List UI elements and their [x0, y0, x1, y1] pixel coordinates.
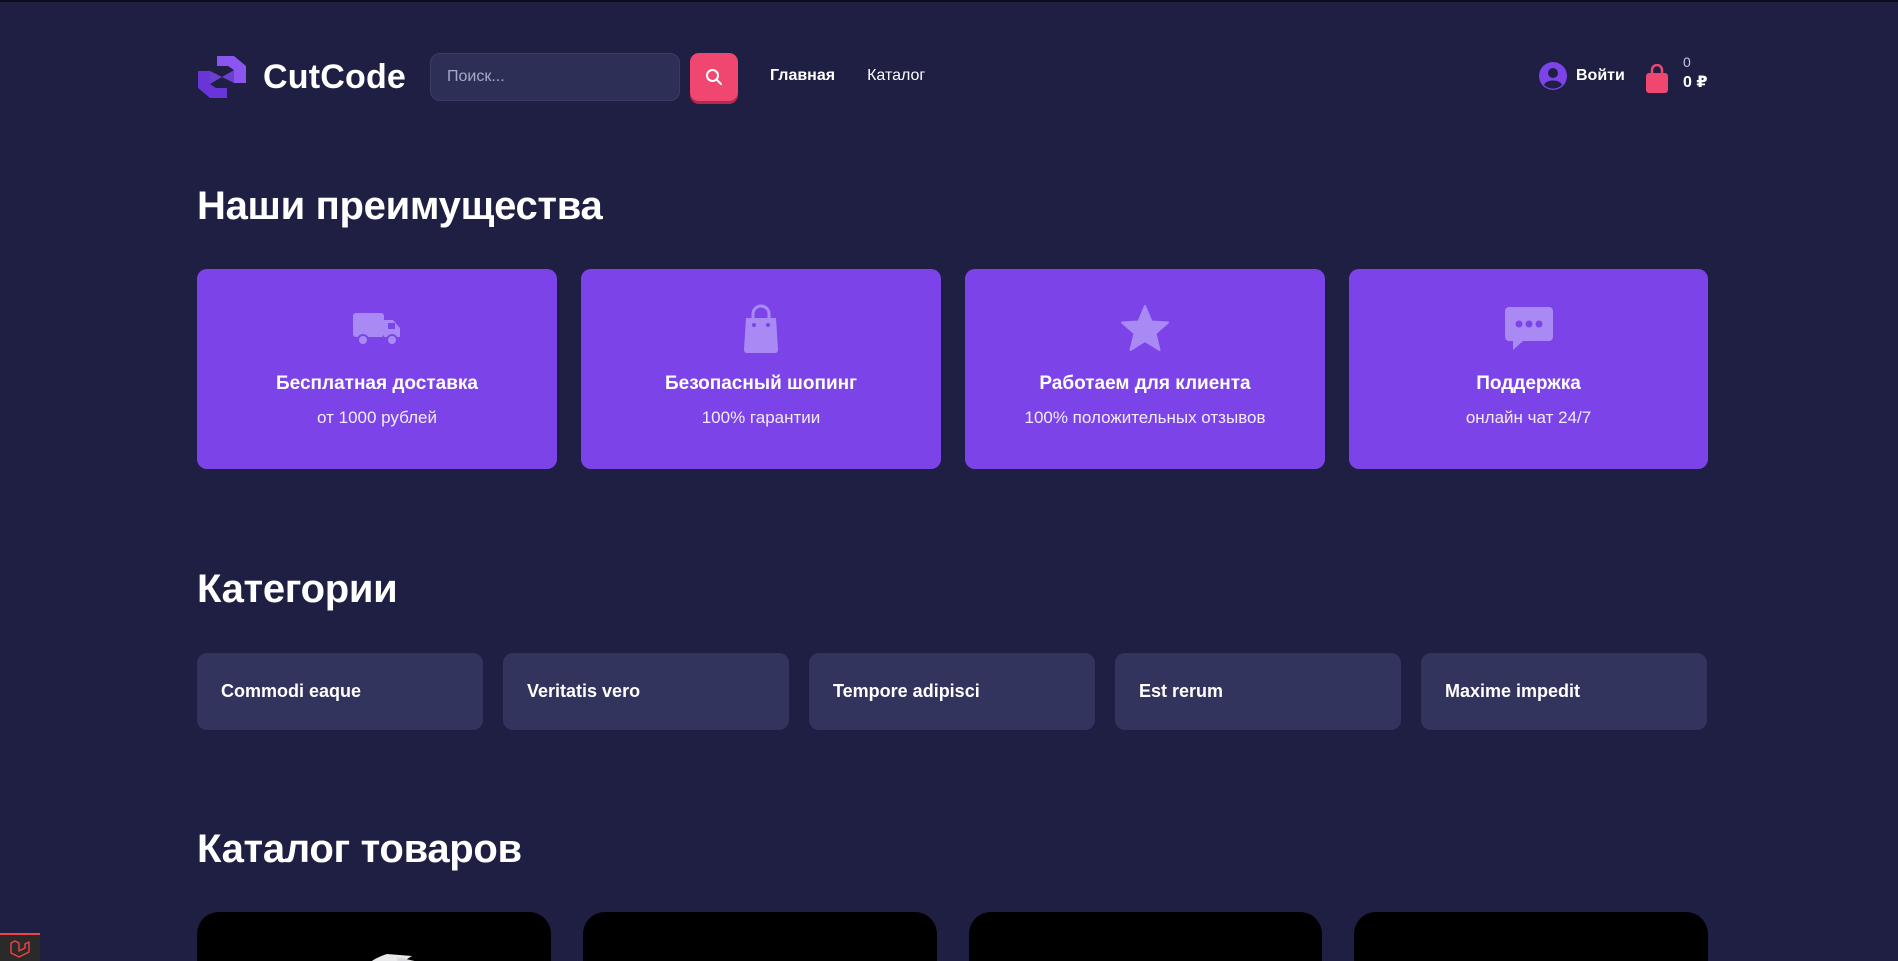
advantages-grid: Бесплатная доставка от 1000 рублей Безоп…: [197, 269, 1708, 469]
category-card[interactable]: Maxime impedit: [1421, 653, 1707, 730]
cart-count: 0: [1683, 54, 1691, 70]
product-card[interactable]: [197, 912, 551, 961]
laravel-icon: [10, 940, 30, 958]
product-image: [372, 954, 415, 961]
category-card[interactable]: Veritatis vero: [503, 653, 789, 730]
logo-icon: [198, 56, 246, 98]
main-nav: Главная Каталог: [770, 67, 925, 85]
category-card[interactable]: Est rerum: [1115, 653, 1401, 730]
logo-text: CutCode: [263, 57, 407, 96]
advantage-card: Бесплатная доставка от 1000 рублей: [197, 269, 557, 469]
search-button[interactable]: [690, 53, 738, 101]
advantage-title: Поддержка: [1476, 373, 1581, 394]
logo-link[interactable]: CutCode: [197, 52, 406, 102]
advantage-card: Безопасный шопинг 100% гарантии: [581, 269, 941, 469]
nav-item-catalog[interactable]: Каталог: [867, 67, 925, 85]
advantage-subtitle: онлайн чат 24/7: [1465, 408, 1592, 427]
debugbar-toggle[interactable]: [0, 933, 40, 961]
truck-icon: [351, 303, 403, 355]
product-card[interactable]: [968, 912, 1323, 961]
cart-bag-icon: [1646, 64, 1668, 93]
cart-summary: 0 0 ₽: [1683, 54, 1707, 94]
advantage-title: Работаем для клиента: [1039, 373, 1251, 394]
search-input[interactable]: [430, 53, 680, 101]
shopping-bag-icon: [735, 303, 787, 355]
chat-icon: [1503, 303, 1555, 355]
advantage-title: Безопасный шопинг: [664, 373, 858, 394]
category-card[interactable]: Tempore adipisci: [809, 653, 1095, 730]
search-icon: [706, 69, 722, 85]
nav-item-home[interactable]: Главная: [770, 67, 835, 85]
product-card[interactable]: [582, 912, 937, 961]
login-link[interactable]: Войти: [1539, 62, 1625, 90]
user-icon: [1539, 62, 1567, 90]
advantage-card: Работаем для клиента 100% положительных …: [965, 269, 1325, 469]
categories-grid: Commodi eaque Veritatis vero Tempore adi…: [197, 653, 1708, 730]
product-card[interactable]: [1354, 912, 1708, 961]
advantage-subtitle: 100% положительных отзывов: [1024, 408, 1266, 427]
star-icon: [1119, 303, 1171, 355]
product-grid: [197, 912, 1708, 961]
cart-total: 0 ₽: [1683, 74, 1708, 91]
category-card[interactable]: Commodi eaque: [197, 653, 483, 730]
advantage-subtitle: 100% гарантии: [701, 408, 821, 427]
catalog-title: Каталог товаров: [197, 827, 522, 871]
site-header: CutCode Главная Каталог Войти: [197, 50, 1708, 106]
categories-title: Категории: [197, 567, 398, 611]
advantage-subtitle: от 1000 рублей: [317, 408, 437, 427]
advantage-card: Поддержка онлайн чат 24/7: [1349, 269, 1708, 469]
cart-link[interactable]: 0 0 ₽: [1645, 54, 1707, 94]
advantage-title: Бесплатная доставка: [276, 373, 478, 394]
advantages-title: Наши преимущества: [197, 184, 603, 228]
search-box: [430, 53, 680, 101]
login-label: Войти: [1576, 67, 1625, 84]
